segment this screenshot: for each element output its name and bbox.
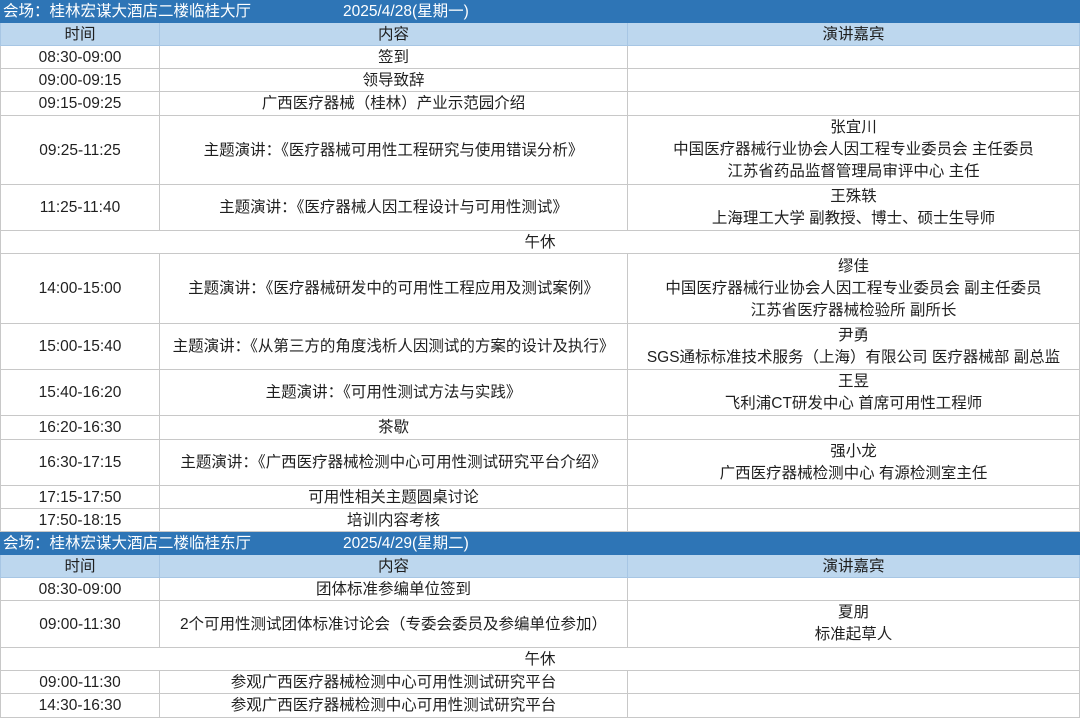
speaker-cell bbox=[628, 69, 1080, 92]
speaker-cell: 强小龙 广西医疗器械检测中心 有源检测室主任 bbox=[628, 440, 1080, 486]
time-cell: 11:25-11:40 bbox=[0, 185, 160, 231]
content-cell: 广西医疗器械（桂林）产业示范园介绍 bbox=[160, 92, 628, 116]
speaker-title: 广西医疗器械检测中心 有源检测室主任 bbox=[719, 464, 988, 482]
time-cell: 15:40-16:20 bbox=[0, 370, 160, 416]
time-cell: 14:30-16:30 bbox=[0, 694, 160, 718]
speaker-cell: 张宜川 中国医疗器械行业协会人因工程专业委员会 主任委员 江苏省药品监督管理局审… bbox=[628, 116, 1080, 185]
speaker-title: SGS通标标准技术服务（上海）有限公司 医疗器械部 副总监 bbox=[646, 348, 1061, 366]
content-cell: 主题演讲：《医疗器械研发中的可用性工程应用及测试案例》 bbox=[160, 254, 628, 324]
time-cell: 09:00-11:30 bbox=[0, 601, 160, 648]
speaker-cell bbox=[628, 46, 1080, 69]
venue-bar: 会场：桂林宏谋大酒店二楼临桂大厅 2025/4/28(星期一) bbox=[0, 0, 1080, 23]
schedule-row: 17:50-18:15 培训内容考核 bbox=[0, 509, 1080, 532]
column-header-speakers: 演讲嘉宾 bbox=[628, 555, 1080, 578]
content-cell: 茶歇 bbox=[160, 416, 628, 440]
column-header-content: 内容 bbox=[160, 555, 628, 578]
speaker-name: 张宜川 bbox=[830, 119, 877, 136]
time-cell: 15:00-15:40 bbox=[0, 324, 160, 370]
schedule-row: 14:00-15:00 主题演讲：《医疗器械研发中的可用性工程应用及测试案例》 … bbox=[0, 254, 1080, 324]
column-header-time: 时间 bbox=[0, 23, 160, 46]
venue-name: 会场：桂林宏谋大酒店二楼临桂东厅 bbox=[3, 535, 252, 552]
speaker-name: 缪佳 bbox=[837, 257, 869, 275]
speaker-cell bbox=[628, 92, 1080, 116]
time-cell: 09:00-11:30 bbox=[0, 671, 160, 694]
session-date: 2025/4/29(星期二) bbox=[343, 535, 469, 552]
speaker-cell: 夏朋 标准起草人 bbox=[628, 601, 1080, 648]
schedule-row: 08:30-09:00 签到 bbox=[0, 46, 1080, 69]
speaker-cell bbox=[628, 509, 1080, 532]
session-date: 2025/4/28(星期一) bbox=[343, 3, 469, 20]
break-row: 午休 bbox=[0, 648, 1080, 671]
speaker-cell bbox=[628, 671, 1080, 694]
venue-name: 会场：桂林宏谋大酒店二楼临桂大厅 bbox=[3, 3, 252, 20]
venue-bar: 会场：桂林宏谋大酒店二楼临桂东厅 2025/4/29(星期二) bbox=[0, 532, 1080, 555]
content-cell: 主题演讲：《医疗器械可用性工程研究与使用错误分析》 bbox=[160, 116, 628, 185]
column-header-time: 时间 bbox=[0, 555, 160, 578]
speaker-title: 中国医疗器械行业协会人因工程专业委员会 副主任委员 bbox=[665, 279, 1042, 297]
schedule-row: 09:00-11:30 2个可用性测试团体标准讨论会（专委会委员及参编单位参加）… bbox=[0, 601, 1080, 648]
speaker-name: 尹勇 bbox=[837, 326, 869, 344]
schedule-row: 09:25-11:25 主题演讲：《医疗器械可用性工程研究与使用错误分析》 张宜… bbox=[0, 116, 1080, 185]
schedule-row: 11:25-11:40 主题演讲：《医疗器械人因工程设计与可用性测试》 王殊轶 … bbox=[0, 185, 1080, 231]
content-cell: 2个可用性测试团体标准讨论会（专委会委员及参编单位参加） bbox=[160, 601, 628, 648]
content-cell: 签到 bbox=[160, 46, 628, 69]
content-cell: 主题演讲：《医疗器械人因工程设计与可用性测试》 bbox=[160, 185, 628, 231]
column-header-content: 内容 bbox=[160, 23, 628, 46]
content-cell: 主题演讲：《从第三方的角度浅析人因测试的方案的设计及执行》 bbox=[160, 324, 628, 370]
schedule-row: 09:00-11:30 参观广西医疗器械检测中心可用性测试研究平台 bbox=[0, 671, 1080, 694]
speaker-title: 江苏省医疗器械检验所 副所长 bbox=[750, 301, 957, 319]
content-cell: 主题演讲：《广西医疗器械检测中心可用性测试研究平台介绍》 bbox=[160, 440, 628, 486]
content-cell: 可用性相关主题圆桌讨论 bbox=[160, 486, 628, 509]
break-row: 午休 bbox=[0, 231, 1080, 254]
column-header-speakers: 演讲嘉宾 bbox=[628, 23, 1080, 46]
schedule-row: 14:30-16:30 参观广西医疗器械检测中心可用性测试研究平台 bbox=[0, 694, 1080, 718]
schedule-row: 08:30-09:00 团体标准参编单位签到 bbox=[0, 578, 1080, 601]
time-cell: 17:50-18:15 bbox=[0, 509, 160, 532]
speaker-cell bbox=[628, 578, 1080, 601]
speaker-title: 上海理工大学 副教授、博士、硕士生导师 bbox=[711, 209, 996, 227]
time-cell: 16:30-17:15 bbox=[0, 440, 160, 486]
schedule-row: 15:00-15:40 主题演讲：《从第三方的角度浅析人因测试的方案的设计及执行… bbox=[0, 324, 1080, 370]
speaker-cell bbox=[628, 486, 1080, 509]
speaker-title: 江苏省药品监督管理局审评中心 主任 bbox=[727, 163, 980, 180]
speaker-cell: 王昱 飞利浦CT研发中心 首席可用性工程师 bbox=[628, 370, 1080, 416]
speaker-name: 王昱 bbox=[837, 372, 869, 390]
time-cell: 17:15-17:50 bbox=[0, 486, 160, 509]
speaker-cell: 尹勇 SGS通标标准技术服务（上海）有限公司 医疗器械部 副总监 bbox=[628, 324, 1080, 370]
speaker-name: 王殊轶 bbox=[830, 187, 877, 205]
schedule-row: 15:40-16:20 主题演讲：《可用性测试方法与实践》 王昱 飞利浦CT研发… bbox=[0, 370, 1080, 416]
schedule-row: 16:20-16:30 茶歇 bbox=[0, 416, 1080, 440]
speaker-cell: 缪佳 中国医疗器械行业协会人因工程专业委员会 副主任委员 江苏省医疗器械检验所 … bbox=[628, 254, 1080, 324]
time-cell: 14:00-15:00 bbox=[0, 254, 160, 324]
break-label: 午休 bbox=[0, 231, 1080, 254]
break-label: 午休 bbox=[0, 648, 1080, 671]
time-cell: 16:20-16:30 bbox=[0, 416, 160, 440]
content-cell: 参观广西医疗器械检测中心可用性测试研究平台 bbox=[160, 671, 628, 694]
time-cell: 09:25-11:25 bbox=[0, 116, 160, 185]
column-header-row: 时间 内容 演讲嘉宾 bbox=[0, 23, 1080, 46]
time-cell: 08:30-09:00 bbox=[0, 578, 160, 601]
speaker-cell bbox=[628, 694, 1080, 718]
speaker-cell: 王殊轶 上海理工大学 副教授、博士、硕士生导师 bbox=[628, 185, 1080, 231]
speaker-name: 夏朋 bbox=[837, 604, 869, 621]
column-header-row: 时间 内容 演讲嘉宾 bbox=[0, 555, 1080, 578]
schedule-table: 会场：桂林宏谋大酒店二楼临桂大厅 2025/4/28(星期一) 时间 内容 演讲… bbox=[0, 0, 1080, 718]
speaker-title: 中国医疗器械行业协会人因工程专业委员会 主任委员 bbox=[673, 141, 1034, 158]
schedule-row: 09:15-09:25 广西医疗器械（桂林）产业示范园介绍 bbox=[0, 92, 1080, 116]
speaker-title: 标准起草人 bbox=[814, 626, 893, 643]
speaker-name: 强小龙 bbox=[830, 442, 877, 460]
schedule-row: 09:00-09:15 领导致辞 bbox=[0, 69, 1080, 92]
content-cell: 主题演讲：《可用性测试方法与实践》 bbox=[160, 370, 628, 416]
speaker-title: 飞利浦CT研发中心 首席可用性工程师 bbox=[724, 394, 983, 412]
content-cell: 参观广西医疗器械检测中心可用性测试研究平台 bbox=[160, 694, 628, 718]
time-cell: 09:15-09:25 bbox=[0, 92, 160, 116]
time-cell: 09:00-09:15 bbox=[0, 69, 160, 92]
content-cell: 领导致辞 bbox=[160, 69, 628, 92]
content-cell: 团体标准参编单位签到 bbox=[160, 578, 628, 601]
schedule-row: 16:30-17:15 主题演讲：《广西医疗器械检测中心可用性测试研究平台介绍》… bbox=[0, 440, 1080, 486]
time-cell: 08:30-09:00 bbox=[0, 46, 160, 69]
schedule-row: 17:15-17:50 可用性相关主题圆桌讨论 bbox=[0, 486, 1080, 509]
content-cell: 培训内容考核 bbox=[160, 509, 628, 532]
speaker-cell bbox=[628, 416, 1080, 440]
